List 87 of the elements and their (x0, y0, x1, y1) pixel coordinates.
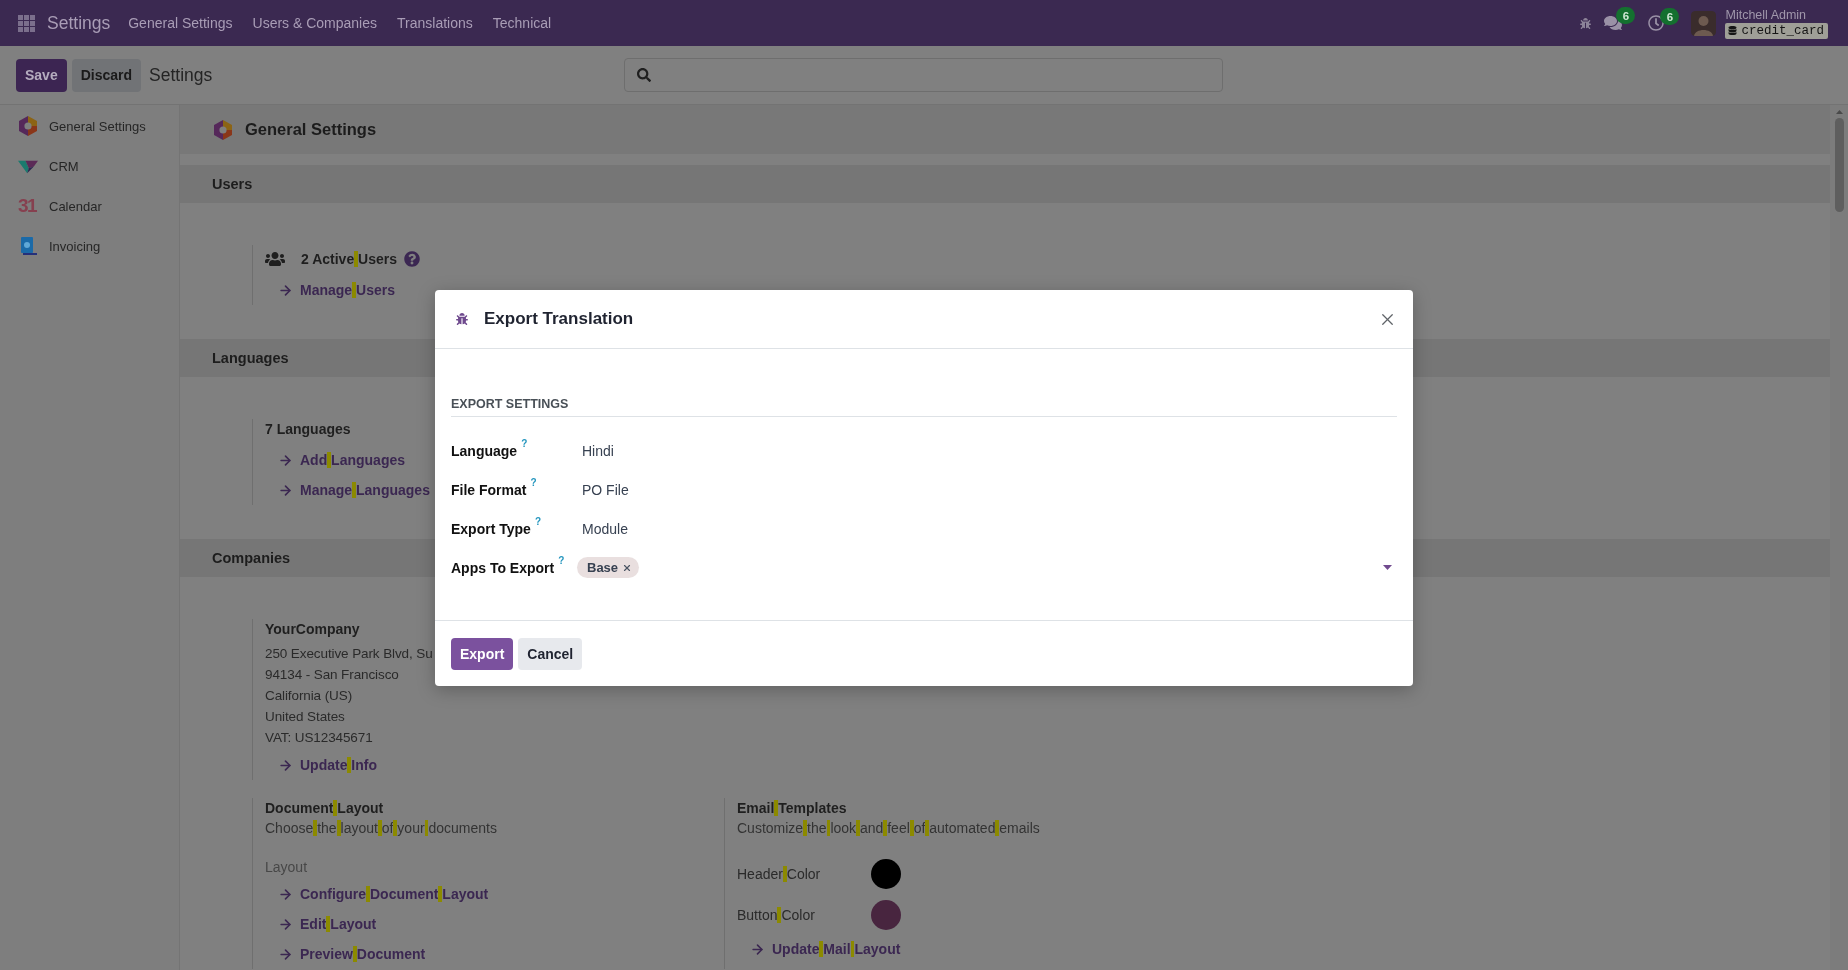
setting-caption: Layout (265, 858, 308, 877)
counter-badge: 6 (1616, 7, 1636, 24)
sidebar-item[interactable]: 31 Calendar (0, 186, 179, 226)
settings-app-icon (213, 119, 233, 140)
menu-item[interactable]: Translations (387, 0, 483, 46)
setting-link[interactable]: Add Languages (278, 445, 405, 475)
setting-description: Customize the look and feel of automated emails (737, 819, 1040, 838)
chat-icon[interactable] (1604, 14, 1623, 32)
help-icon[interactable] (404, 251, 420, 267)
address-line: California (US) (265, 687, 353, 705)
select-field[interactable]: PO File (582, 481, 629, 498)
sidebar-item[interactable]: Invoicing (0, 226, 179, 266)
arrow-right-icon (278, 946, 293, 962)
select-field[interactable]: Hindi (582, 442, 614, 459)
arrow-right-icon (750, 941, 765, 957)
arrow-right-icon (278, 757, 293, 773)
help-marker[interactable]: ? (530, 476, 537, 488)
search-icon (637, 68, 651, 82)
setting-link[interactable]: Update Mail Layout (750, 934, 901, 964)
setting-link[interactable]: Update Info (278, 750, 377, 780)
bug-icon (456, 313, 468, 325)
counter-badge: 6 (1660, 8, 1680, 25)
remove-icon[interactable] (622, 562, 633, 573)
caret-down-icon (1383, 565, 1392, 570)
bug-icon[interactable] (1580, 17, 1592, 29)
color-label: Button Color (737, 907, 816, 923)
address-line: United States (265, 708, 345, 726)
clock-icon[interactable] (1648, 15, 1665, 31)
breadcrumb: Settings (149, 64, 213, 86)
address-line: 250 Executive Park Blvd, Su (265, 645, 433, 663)
avatar-icon[interactable] (1691, 10, 1717, 36)
setting-description: Choose the layout of your documents (265, 819, 497, 838)
settings-app-icon (18, 116, 38, 136)
setting-link[interactable]: Edit Layout (278, 909, 377, 939)
menu-item[interactable]: General Settings (118, 0, 243, 46)
crm-app-icon (18, 158, 38, 174)
address-line: 94134 - San Francisco (265, 666, 399, 684)
page-title: General Settings (245, 120, 377, 139)
field-label: Language (451, 442, 518, 459)
cancel-button[interactable]: Cancel (518, 637, 583, 670)
discard-button[interactable]: Discard (71, 58, 142, 92)
arrow-right-icon (278, 282, 293, 298)
app-title: Settings (47, 12, 111, 34)
users-group-icon (265, 249, 285, 269)
scrollbar-thumb[interactable] (1834, 118, 1844, 212)
database-icon (1728, 26, 1738, 35)
database-name: credit_card (1741, 23, 1824, 38)
export-button[interactable]: Export (451, 637, 514, 670)
color-swatch-icon[interactable] (871, 900, 901, 930)
arrow-right-icon (278, 452, 293, 468)
color-swatch-icon[interactable] (871, 859, 901, 889)
help-marker[interactable]: ? (534, 515, 541, 527)
apps-grid-icon[interactable] (18, 14, 35, 32)
scroll-up-icon[interactable] (1835, 110, 1843, 114)
help-marker[interactable]: ? (558, 554, 565, 566)
arrow-right-icon (278, 482, 293, 498)
setting-link[interactable]: Manage Languages (278, 475, 430, 505)
menu-item[interactable]: Technical (482, 0, 562, 46)
invoice-app-icon (18, 236, 38, 256)
setting-link[interactable]: Manage Users (278, 275, 395, 305)
arrow-right-icon (278, 886, 293, 902)
arrow-right-icon (278, 916, 293, 932)
dialog-title: Export Translation (484, 309, 634, 329)
setting-link[interactable]: Preview Document (278, 939, 426, 969)
section-header: Users (180, 165, 1830, 203)
active-users-count: 2 Active Users (301, 251, 397, 267)
color-label: Header Color (737, 866, 822, 882)
search-field[interactable] (624, 58, 1223, 92)
setting-title: Document Layout (265, 799, 384, 818)
setting-title: Email Templates (737, 799, 847, 818)
sidebar-item[interactable]: General Settings (0, 106, 179, 146)
select-field[interactable]: Module (582, 520, 628, 537)
sidebar-item[interactable]: CRM (0, 146, 179, 186)
help-marker[interactable]: ? (521, 437, 528, 449)
record-title: YourCompany (265, 620, 360, 639)
dialog-section-title: EXPORT SETTINGS (451, 396, 1397, 417)
calendar-app-icon: 31 (18, 196, 38, 216)
menu-item[interactable]: Users & Companies (242, 0, 388, 46)
address-line: VAT: US12345671 (265, 729, 373, 747)
field-label: Apps To Export (451, 559, 555, 576)
record-title: 7 Languages (265, 420, 351, 439)
app-name: Base (587, 560, 619, 575)
setting-link[interactable]: Configure Document Layout (278, 879, 489, 909)
field-label: Export Type (451, 520, 531, 537)
user-name[interactable]: Mitchell Admin (1725, 7, 1828, 22)
field-label: File Format (451, 481, 527, 498)
save-button[interactable]: Save (16, 58, 67, 92)
